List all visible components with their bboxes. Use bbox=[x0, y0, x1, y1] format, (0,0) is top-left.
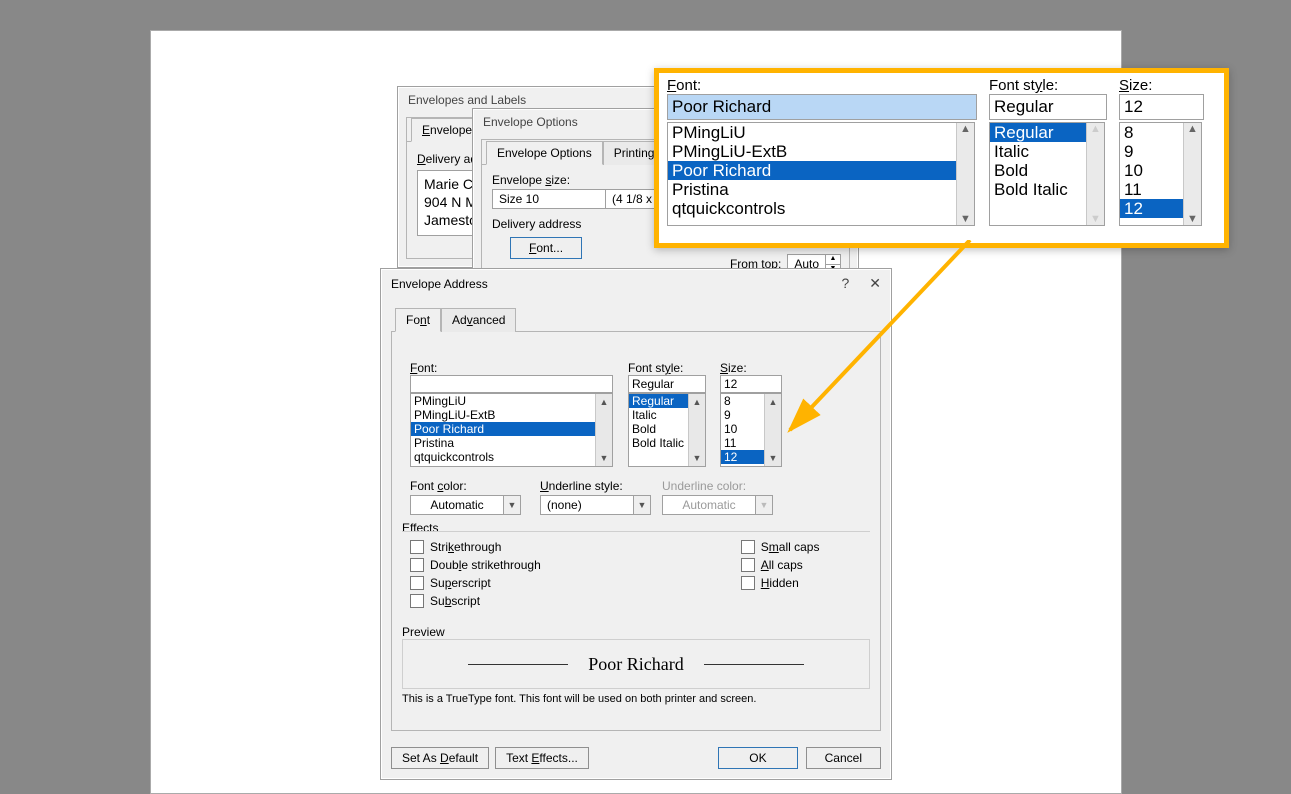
size-label: Size: bbox=[1119, 77, 1204, 94]
size-label: Size: bbox=[720, 361, 782, 375]
tab-envelope-options[interactable]: Envelope Options bbox=[486, 141, 603, 165]
preview-label: Preview bbox=[402, 625, 445, 639]
preview-box: Poor Richard bbox=[402, 639, 870, 689]
scrollbar[interactable]: ▲▼ bbox=[595, 394, 612, 466]
font-style-label: Font style: bbox=[989, 77, 1107, 94]
ok-button[interactable]: OK bbox=[718, 747, 797, 769]
font-style-list[interactable]: Regular Italic Bold Bold Italic ▲▼ bbox=[628, 393, 706, 467]
tab-font[interactable]: Font bbox=[395, 308, 441, 332]
underline-style-combo[interactable]: (none) ▼ bbox=[540, 495, 651, 515]
checkbox-strikethrough[interactable]: Strikethrough bbox=[410, 540, 541, 554]
scrollbar: ▲▼ bbox=[1086, 123, 1104, 225]
font-name-list[interactable]: PMingLiU PMingLiU-ExtB Poor Richard Pris… bbox=[667, 122, 975, 226]
checkbox-small-caps[interactable]: Small caps bbox=[741, 540, 820, 554]
close-icon[interactable]: ✕ bbox=[869, 275, 881, 292]
font-color-label: Font color: bbox=[410, 479, 521, 493]
size-list[interactable]: 8 9 10 11 12 ▲▼ bbox=[1119, 122, 1202, 226]
dialog-title: Envelope Address bbox=[391, 277, 488, 291]
font-label: Font: bbox=[667, 77, 977, 94]
scrollbar: ▲▼ bbox=[688, 394, 705, 466]
tab-advanced[interactable]: Advanced bbox=[441, 308, 516, 332]
font-style-input[interactable] bbox=[989, 94, 1107, 120]
envelope-size-value[interactable]: Size 10 bbox=[492, 189, 606, 209]
help-icon[interactable]: ? bbox=[841, 275, 849, 292]
chevron-down-icon: ▼ bbox=[633, 496, 650, 514]
underline-color-combo: Automatic ▼ bbox=[662, 495, 773, 515]
scrollbar[interactable]: ▲▼ bbox=[1183, 123, 1201, 225]
chevron-down-icon: ▼ bbox=[503, 496, 520, 514]
text-effects-button[interactable]: Text Effects... bbox=[495, 747, 589, 769]
font-name-input[interactable] bbox=[667, 94, 977, 120]
checkbox-superscript[interactable]: Superscript bbox=[410, 576, 541, 590]
font-style-label: Font style: bbox=[628, 361, 706, 375]
size-list[interactable]: 8 9 10 11 12 ▲▼ bbox=[720, 393, 782, 467]
underline-color-label: Underline color: bbox=[662, 479, 773, 493]
preview-text: Poor Richard bbox=[588, 654, 683, 675]
spinner-up-icon[interactable]: ▲ bbox=[826, 255, 840, 265]
font-name-list[interactable]: PMingLiU PMingLiU-ExtB Poor Richard Pris… bbox=[410, 393, 613, 467]
set-as-default-button[interactable]: Set As Default bbox=[391, 747, 489, 769]
checkbox-subscript[interactable]: Subscript bbox=[410, 594, 541, 608]
checkbox-double-strikethrough[interactable]: Double strikethrough bbox=[410, 558, 541, 572]
envelope-address-dialog: Envelope Address ? ✕ Font Advanced Font:… bbox=[380, 268, 892, 780]
scrollbar[interactable]: ▲▼ bbox=[956, 123, 974, 225]
font-color-combo[interactable]: Automatic ▼ bbox=[410, 495, 521, 515]
font-style-input[interactable] bbox=[628, 375, 706, 393]
checkbox-hidden[interactable]: Hidden bbox=[741, 576, 820, 590]
zoom-callout: Font: PMingLiU PMingLiU-ExtB Poor Richar… bbox=[654, 68, 1229, 248]
underline-style-label: Underline style: bbox=[540, 479, 651, 493]
font-label: Font: bbox=[410, 361, 613, 375]
scrollbar[interactable]: ▲▼ bbox=[764, 394, 781, 466]
cancel-button[interactable]: Cancel bbox=[806, 747, 881, 769]
checkbox-all-caps[interactable]: All caps bbox=[741, 558, 820, 572]
font-button[interactable]: Font... bbox=[510, 237, 582, 259]
size-input[interactable] bbox=[720, 375, 782, 393]
font-name-input[interactable] bbox=[410, 375, 613, 393]
chevron-down-icon: ▼ bbox=[755, 496, 772, 514]
size-input[interactable] bbox=[1119, 94, 1204, 120]
font-style-list[interactable]: Regular Italic Bold Bold Italic ▲▼ bbox=[989, 122, 1105, 226]
preview-footnote: This is a TrueType font. This font will … bbox=[402, 693, 756, 705]
